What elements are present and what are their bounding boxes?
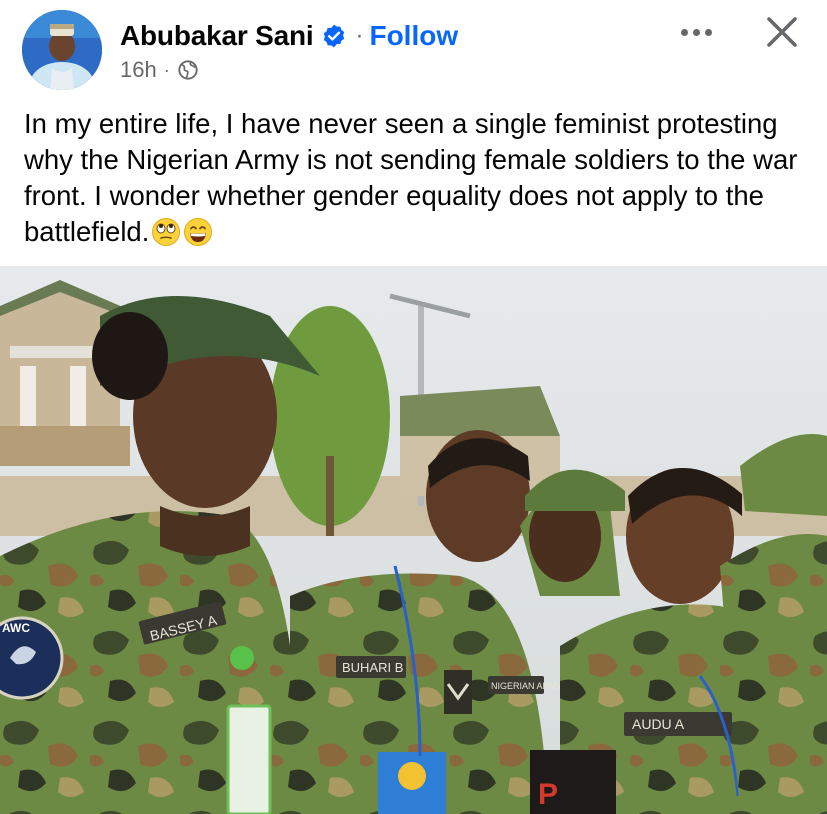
- badge-name-3: AUDU A: [632, 716, 685, 732]
- svg-text:P: P: [538, 778, 558, 811]
- author-avatar[interactable]: [22, 10, 102, 90]
- shoulder-patch-text: AWC: [2, 621, 30, 635]
- globe-icon[interactable]: [177, 59, 199, 81]
- more-dot-icon: [704, 28, 712, 36]
- caption-text: In my entire life, I have never seen a s…: [24, 108, 798, 247]
- badge-name-2: BUHARI B: [342, 660, 403, 675]
- more-dot-icon: [692, 28, 700, 36]
- grinning-face-emoji: [183, 217, 213, 247]
- follow-button[interactable]: Follow: [369, 20, 458, 52]
- close-button[interactable]: [760, 10, 804, 54]
- post-caption: In my entire life, I have never seen a s…: [24, 106, 814, 250]
- post-photo[interactable]: BASSEY A AWC BUHARI B NIGERIAN ARMY AUDU…: [0, 266, 827, 814]
- meta-separator: ·: [163, 59, 170, 80]
- soldiers-photo: BASSEY A AWC BUHARI B NIGERIAN ARMY AUDU…: [0, 266, 827, 814]
- post-meta: 16h ·: [120, 56, 199, 84]
- close-icon: [767, 17, 797, 47]
- separator-dot: ·: [355, 22, 364, 49]
- verified-badge-icon: [321, 23, 347, 49]
- avatar-image: [22, 10, 102, 90]
- post-timestamp[interactable]: 16h: [120, 57, 157, 83]
- more-options-button[interactable]: [672, 14, 720, 50]
- post-card: Abubakar Sani · Follow 16h · In my entir…: [0, 0, 827, 814]
- post-header: Abubakar Sani · Follow 16h ·: [0, 0, 827, 100]
- more-dot-icon: [680, 28, 688, 36]
- author-name[interactable]: Abubakar Sani: [120, 20, 314, 52]
- badge-army: NIGERIAN ARMY: [491, 681, 563, 691]
- face-with-rolling-eyes-emoji: [151, 217, 181, 247]
- author-row: Abubakar Sani · Follow: [120, 18, 458, 54]
